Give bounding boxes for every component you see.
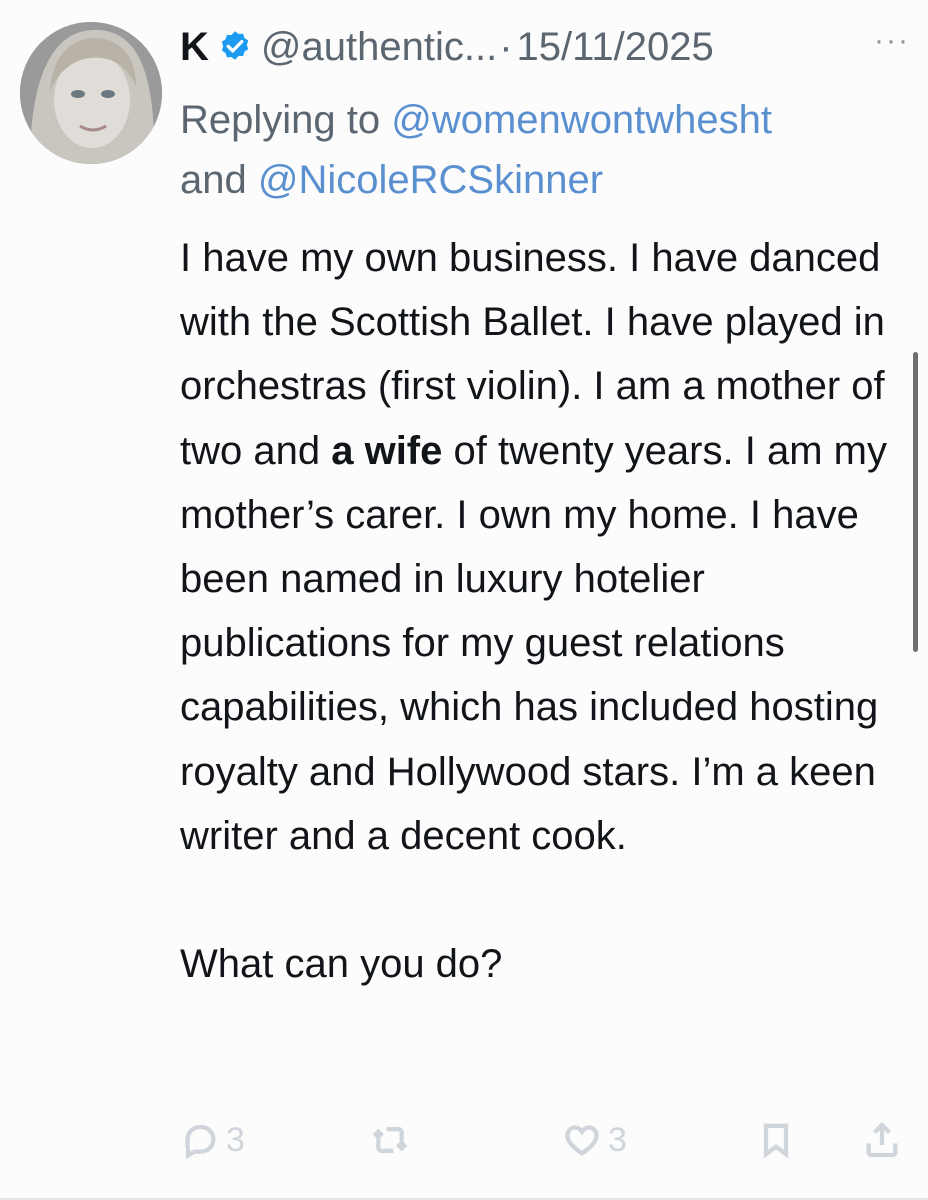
- tweet-text-bold: a wife: [331, 428, 443, 473]
- replying-and: and: [180, 158, 247, 202]
- like-button[interactable]: 3: [562, 1118, 627, 1162]
- tweet: K @authentic... · 15/11/2025 ··· Replyin…: [0, 0, 928, 1200]
- tweet-text-part-2: of twenty years. I am my mother’s carer.…: [180, 428, 887, 858]
- like-icon: [565, 1125, 599, 1156]
- user-handle[interactable]: @authentic...: [261, 22, 497, 72]
- replying-prefix: Replying to: [180, 98, 381, 142]
- display-name[interactable]: K: [180, 22, 209, 72]
- mention-link-1[interactable]: @womenwontwhesht: [391, 98, 772, 142]
- action-bar: 3 3: [180, 1118, 918, 1168]
- tweet-text: I have my own business. I have danced wi…: [180, 226, 910, 868]
- reply-button[interactable]: 3: [180, 1118, 245, 1162]
- reply-count: 3: [226, 1120, 245, 1159]
- retweet-icon: [372, 1127, 408, 1153]
- bookmark-button[interactable]: [756, 1118, 796, 1162]
- separator-dot: ·: [499, 25, 513, 69]
- tweet-header: K @authentic... · 15/11/2025: [180, 22, 918, 72]
- reply-icon: [185, 1124, 216, 1160]
- more-icon[interactable]: ···: [874, 24, 910, 58]
- mention-link-2[interactable]: @NicoleRCSkinner: [258, 158, 603, 202]
- retweet-button[interactable]: [370, 1118, 410, 1162]
- tweet-date[interactable]: 15/11/2025: [517, 22, 714, 72]
- tweet-question: What can you do?: [180, 942, 503, 987]
- verified-badge-icon: [221, 31, 249, 60]
- share-icon: [866, 1121, 898, 1158]
- tweet-body: I have my own business. I have danced wi…: [180, 226, 910, 996]
- bookmark-icon: [763, 1123, 789, 1159]
- replying-to: Replying to @womenwontwhesht and @Nicole…: [180, 90, 910, 210]
- share-button[interactable]: [862, 1118, 902, 1162]
- like-count: 3: [608, 1120, 627, 1159]
- scrollbar[interactable]: [913, 352, 918, 652]
- avatar-photo: [20, 22, 162, 164]
- avatar[interactable]: [20, 22, 162, 164]
